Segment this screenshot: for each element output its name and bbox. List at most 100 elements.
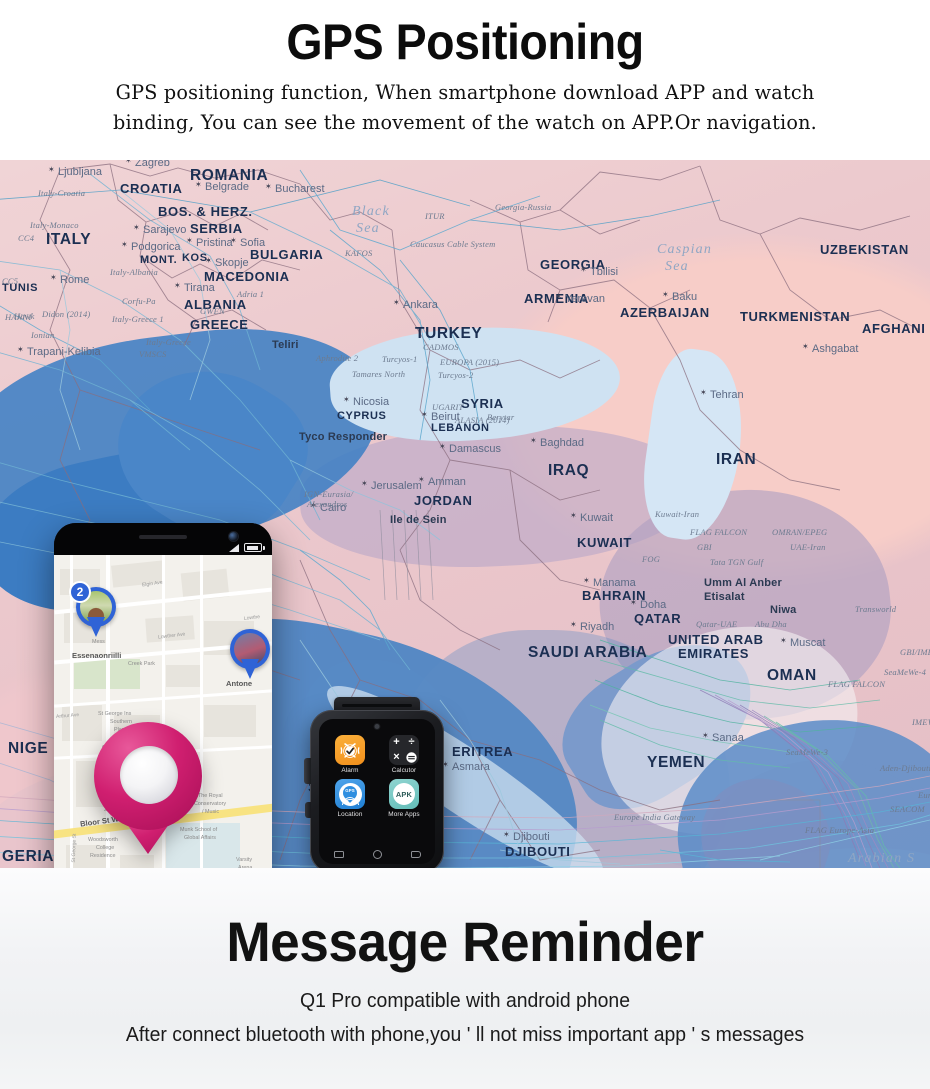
signal-strength-icon <box>229 544 239 552</box>
map-country-label: TURKMENISTAN <box>740 309 851 324</box>
map-pin-group[interactable]: 2 <box>69 581 116 637</box>
map-city-label: Ankara <box>393 299 438 311</box>
map-cable-label: Tamares North <box>352 369 406 379</box>
map-cable-label: Italy-Croatia <box>38 188 86 198</box>
map-country-label: DJIBOUTI <box>505 844 571 859</box>
watch-camera-icon <box>374 724 380 729</box>
map-cable-label: Turcyos-2 <box>438 370 474 380</box>
front-camera-icon <box>229 532 238 541</box>
map-country-label: UNITED ARAB <box>668 632 764 647</box>
map-city-label: Sarajevo <box>133 224 187 236</box>
map-city-label: Sofia <box>230 237 265 249</box>
map-country-label: ARMENIA <box>524 291 589 306</box>
subtitle-line-1: GPS positioning function, When smartphon… <box>115 81 815 104</box>
street-label-elgin: Elgin Ave <box>141 579 164 589</box>
map-country-label: ITALY <box>46 231 92 248</box>
map-city-label: Baghdad <box>530 437 584 449</box>
watch-app-label: Location <box>337 811 363 818</box>
phone-map-screen[interactable]: Elgin Ave Lowther Ave Lowthe Essenaonrii… <box>54 555 272 868</box>
map-cable-label: Kuwait-Iran <box>655 509 700 519</box>
watch-app-calculator[interactable]: + ÷ × Calcutor <box>382 735 426 774</box>
map-city-label: Manama <box>583 577 636 589</box>
map-cable-label: Alexandros <box>307 499 348 509</box>
map-country-label: CROATIA <box>120 181 183 196</box>
home-icon[interactable] <box>372 849 382 859</box>
map-cable-label: UAE-Iran <box>790 542 826 552</box>
map-city-label: Jerusalem <box>361 480 422 492</box>
map-cable-label: Caucasus Cable System <box>410 239 496 249</box>
watch-screen[interactable]: Alarm + ÷ × Calcutor GPS Location APK Mo… <box>319 719 435 864</box>
section-line-1: Q1 Pro compatible with android phone <box>299 990 631 1012</box>
watch-app-location[interactable]: GPS Location <box>328 779 372 818</box>
map-cable-label: Ionian <box>31 330 55 340</box>
map-cable-label: EUROPA (2015) <box>440 357 500 367</box>
map-country-label: BOS. & HERZ. <box>158 204 253 219</box>
map-sea-label: Black <box>352 204 390 219</box>
map-country-label: LEBANON <box>431 422 490 434</box>
watch-app-more[interactable]: APK More Apps <box>382 779 426 818</box>
map-city-label: Tehran <box>700 389 744 401</box>
watch-crown-button[interactable] <box>304 758 311 784</box>
battery-icon <box>244 543 265 552</box>
smartphone-mockup: Elgin Ave Lowther Ave Lowthe Essenaonrii… <box>54 523 272 868</box>
map-pin-secondary[interactable] <box>230 629 270 679</box>
map-country-label: BULGARIA <box>250 247 324 262</box>
watch-case: Alarm + ÷ × Calcutor GPS Location APK Mo… <box>304 710 444 868</box>
map-country-label: IRAN <box>716 451 757 468</box>
map-city-label: Yerevan <box>555 293 605 305</box>
calculator-icon: + ÷ × <box>389 735 419 765</box>
earpiece-speaker <box>139 535 187 539</box>
place-label-royal-3: / Music <box>202 809 220 815</box>
map-cable-label: SEACOM <box>890 804 925 814</box>
back-icon[interactable] <box>410 850 421 858</box>
smartwatch-mockup: Alarm + ÷ × Calcutor GPS Location APK Mo… <box>300 697 452 868</box>
map-country-label: TURKEY <box>415 325 483 342</box>
section-line-2: After connect bluetooth with phone,you '… <box>125 1024 805 1046</box>
pin-count-badge: 2 <box>69 581 91 603</box>
map-cable-label: Italy-Albania <box>110 267 158 277</box>
map-cable-label: Aden-Djibouti <box>880 763 930 773</box>
recents-icon[interactable] <box>333 850 344 858</box>
map-country-label: KUWAIT <box>577 535 632 550</box>
map-city-label: Zagreb <box>125 160 170 169</box>
watch-app-grid: Alarm + ÷ × Calcutor GPS Location APK Mo… <box>328 735 426 818</box>
map-cable-label: GBI/IMEWE <box>900 647 930 657</box>
place-label-stgeorge: St George Ins <box>98 711 132 717</box>
map-country-label: NIGE <box>8 740 49 757</box>
map-cable-label: Qatar-UAE <box>696 619 738 629</box>
watch-app-label: Alarm <box>341 767 359 774</box>
subtitle-line-2: binding, You can see the movement of the… <box>113 111 817 134</box>
map-city-label: Skopje <box>205 257 249 269</box>
map-cable-label: SeaMeWe-3 <box>786 747 829 757</box>
place-label-varsity-1: Varsity <box>236 857 253 863</box>
calc-times-glyph: × <box>393 751 400 763</box>
calc-equals-glyph <box>404 751 419 764</box>
map-city-label: Ashgabat <box>802 343 859 355</box>
location-icon-inner: GPS <box>338 782 362 806</box>
street-label-lowther2: Lowthe <box>243 614 261 622</box>
pin-avatar-hole <box>120 746 178 804</box>
place-label-essenaon: Essenaonriilli <box>72 651 122 660</box>
map-city-label: Rome <box>50 274 89 286</box>
map-city-label: Damascus <box>439 443 501 455</box>
map-country-label: ALBANIA <box>184 297 247 312</box>
section-title: Message Reminder <box>226 910 704 973</box>
map-country-label: GERIA <box>2 848 55 865</box>
watch-app-label: Calcutor <box>391 767 417 774</box>
map-city-label: Cairo <box>310 502 346 514</box>
watch-app-alarm[interactable]: Alarm <box>328 735 372 774</box>
watch-side-button[interactable] <box>305 802 311 818</box>
alarm-clock-icon <box>335 735 365 765</box>
map-cable-label: FOG <box>642 554 661 564</box>
place-label-antone: Antone <box>226 679 253 688</box>
map-cable-label: Niwa <box>770 604 797 616</box>
map-cable-label: Abu Dha <box>755 619 787 629</box>
map-cable-label: SeaMeWe-4 <box>884 667 927 677</box>
map-country-label: SAUDI ARABIA <box>528 644 648 661</box>
place-label-creek-park: Creek Park <box>128 661 155 667</box>
map-country-label: SYRIA <box>461 396 504 411</box>
map-cable-label: FLAG FALCON <box>828 679 886 689</box>
map-cable-label: CADMOS <box>423 342 459 352</box>
map-city-label: Djibouti <box>503 831 550 843</box>
current-location-pin[interactable] <box>94 722 202 854</box>
